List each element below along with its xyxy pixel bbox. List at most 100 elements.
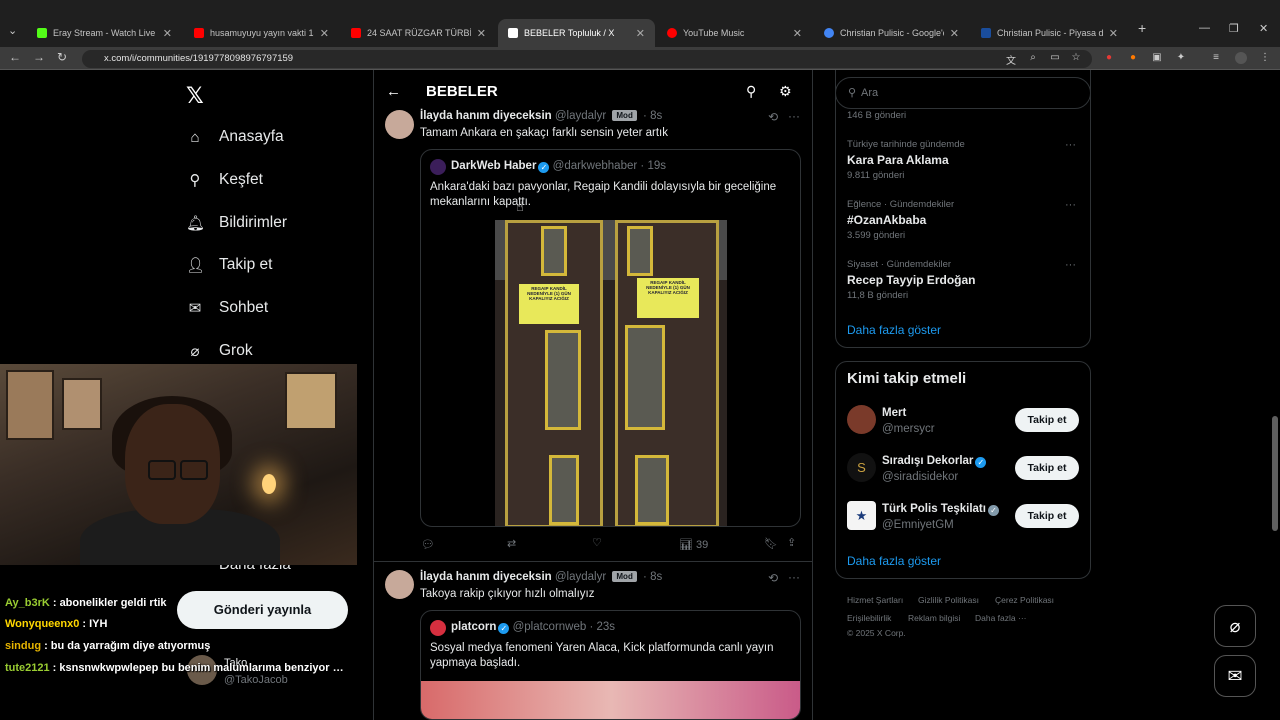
cast-icon[interactable]: ▭ [1049, 52, 1061, 64]
avatar[interactable] [847, 405, 876, 434]
messages-fab-button[interactable]: ✉ [1214, 655, 1256, 697]
footer-link[interactable]: Erişilebilirlik [847, 613, 891, 623]
forward-icon[interactable]: → [33, 50, 45, 64]
glasses-left [148, 460, 176, 480]
close-window-icon[interactable]: ✕ [1259, 22, 1268, 35]
show-more-trends-link[interactable]: Daha fazla göster [847, 323, 941, 337]
trend-item[interactable]: #OzanAkbaba [847, 213, 926, 227]
nav-messages[interactable]: ✉ Sohbet [186, 299, 268, 317]
tab-kick-stream[interactable]: Eray Stream - Watch Live on Ki ✕ [27, 19, 182, 47]
more-options-icon[interactable]: ··· [1065, 199, 1076, 211]
quote-image[interactable] [421, 681, 800, 719]
zoom-icon[interactable]: ⌕ [1027, 52, 1039, 64]
gear-icon[interactable]: ⚙ [779, 83, 792, 100]
bookmark-star-icon[interactable]: ☆ [1070, 52, 1082, 64]
avatar[interactable]: ★ [847, 501, 876, 530]
mod-badge: Mod [612, 571, 637, 582]
suggested-user-handle: @EmniyetGM [882, 519, 954, 531]
reload-icon[interactable]: ↻ [57, 50, 67, 64]
tab-transfermarkt[interactable]: Christian Pulisic - Piyasa değer ✕ [971, 19, 1128, 47]
avatar[interactable] [385, 110, 414, 139]
grok-icon: ⌀ [190, 343, 200, 360]
extension-red-icon[interactable]: ● [1103, 52, 1115, 64]
close-tab-icon[interactable]: ✕ [163, 27, 172, 40]
quoted-post[interactable]: DarkWeb Haber ✓ @darkwebhaber · 19s Ankar… [420, 149, 801, 527]
minimize-icon[interactable]: — [1199, 22, 1210, 34]
extensions-puzzle-icon[interactable]: ✦ [1175, 52, 1187, 64]
footer-link[interactable]: Gizlilik Politikası [918, 595, 979, 605]
tab-google-search[interactable]: Christian Pulisic - Google'da Ar ✕ [814, 19, 969, 47]
views-button[interactable]: 📊︎ 39 [679, 538, 708, 551]
follow-button[interactable]: Takip et [1015, 408, 1079, 432]
more-options-icon[interactable]: ··· [1065, 259, 1076, 271]
chat-text: : bu da yarrağım diye atıyormuş [44, 640, 211, 652]
tab-title: husamuyuyu yayın vakti 13 - You [210, 28, 314, 38]
x-logo-icon[interactable]: 𝕏 [186, 83, 204, 109]
suggested-user-name[interactable]: Türk Polis Teşkilatı ✓ [882, 503, 999, 516]
avatar[interactable]: S [847, 453, 876, 482]
trend-count: 9.811 gönderi [847, 170, 905, 181]
back-arrow-icon[interactable]: ← [386, 83, 401, 100]
tab-youtube-stream[interactable]: husamuyuyu yayın vakti 13 - You ✕ [184, 19, 339, 47]
new-tab-icon[interactable]: + [1138, 20, 1146, 36]
back-icon[interactable]: ← [9, 50, 21, 64]
more-options-icon[interactable]: ··· [788, 109, 800, 123]
page-scrollbar[interactable] [1270, 70, 1280, 720]
avatar[interactable] [385, 570, 414, 599]
grok-explain-icon[interactable]: ⟲ [768, 110, 778, 124]
quote-image[interactable]: REGAIP KANDİL NEDENİYLE (1) GÜN KAPALIYI… [495, 220, 727, 526]
post-author[interactable]: İlayda hanım diyeceksin @laydalyr Mod · … [420, 110, 662, 122]
reply-icon[interactable]: 💬︎ [421, 538, 435, 551]
follow-button[interactable]: Takip et [1015, 504, 1079, 528]
suggested-user-name[interactable]: Sıradışı Dekorlar ✓ [882, 455, 987, 468]
translate-icon[interactable]: 文 [1005, 52, 1017, 67]
extension-orange-icon[interactable]: ● [1127, 52, 1139, 64]
media-control-icon[interactable]: ≡ [1210, 52, 1222, 64]
tab-youtube-music[interactable]: YouTube Music ✕ [657, 19, 812, 47]
close-tab-icon[interactable]: ✕ [1109, 27, 1118, 40]
close-tab-icon[interactable]: ✕ [477, 27, 486, 40]
close-tab-icon[interactable]: ✕ [950, 27, 959, 40]
profile-avatar-icon[interactable] [1235, 52, 1247, 64]
nav-grok[interactable]: ⌀ Grok [186, 342, 252, 360]
show-more-follow-link[interactable]: Daha fazla göster [847, 554, 941, 568]
tab-x-community[interactable]: BEBELER Topluluk / X ✕ [498, 19, 655, 47]
url-field[interactable]: x.com/i/communities/1919778098976797159 [82, 50, 1092, 68]
footer-link[interactable]: Hizmet Şartları [847, 595, 903, 605]
close-tab-icon[interactable]: ✕ [636, 27, 645, 40]
grok-explain-icon[interactable]: ⟲ [768, 571, 778, 585]
more-options-icon[interactable]: ··· [788, 570, 800, 584]
post-author[interactable]: İlayda hanım diyeceksin @laydalyr Mod · … [420, 571, 662, 583]
avatar [430, 620, 446, 636]
extension-box-icon[interactable]: ▣ [1151, 52, 1163, 64]
quoted-post[interactable]: platcorn ✓ @platcornweb · 23s Sosyal medy… [420, 610, 801, 720]
nav-notifications[interactable]: 🔔︎ Bildirimler [186, 214, 287, 232]
restore-icon[interactable]: ❐ [1229, 22, 1239, 35]
share-icon[interactable]: ⇪ [787, 536, 796, 549]
trend-item[interactable]: Recep Tayyip Erdoğan [847, 273, 975, 287]
nav-follow[interactable]: 👤︎ Takip et [186, 256, 272, 274]
close-tab-icon[interactable]: ✕ [793, 27, 802, 40]
trend-count: 3.599 gönderi [847, 230, 906, 241]
tab-search-icon[interactable]: ⌄ [8, 24, 17, 37]
close-tab-icon[interactable]: ✕ [320, 27, 329, 40]
tab-youtube-video[interactable]: 24 SAAT RÜZGAR TÜRBİNİNDE ✕ [341, 19, 496, 47]
trend-count: 11,8 B gönderi [847, 290, 909, 301]
like-icon[interactable]: ♡ [592, 536, 602, 549]
scrollbar-thumb[interactable] [1272, 416, 1278, 531]
trend-item[interactable]: Kara Para Aklama [847, 153, 949, 167]
footer-link[interactable]: Reklam bilgisi [908, 613, 960, 623]
more-options-icon[interactable]: ··· [1065, 139, 1076, 151]
grok-fab-button[interactable]: ⌀ [1214, 605, 1256, 647]
repost-icon[interactable]: ⇄ [507, 537, 516, 550]
browser-menu-icon[interactable]: ⋮ [1259, 52, 1271, 64]
suggested-user-name[interactable]: Mert [882, 407, 906, 419]
follow-button[interactable]: Takip et [1015, 456, 1079, 480]
bookmark-icon[interactable]: 🔖︎ [764, 537, 778, 550]
nav-explore[interactable]: ⚲ Keşfet [186, 171, 263, 189]
nav-home[interactable]: ⌂ Anasayfa [186, 128, 283, 146]
footer-link[interactable]: Daha fazla ··· [975, 613, 1027, 623]
footer-link[interactable]: Çerez Politikası [995, 595, 1054, 605]
search-icon[interactable]: ⚲ [746, 83, 756, 100]
post-button[interactable]: Gönderi yayınla [177, 591, 348, 629]
